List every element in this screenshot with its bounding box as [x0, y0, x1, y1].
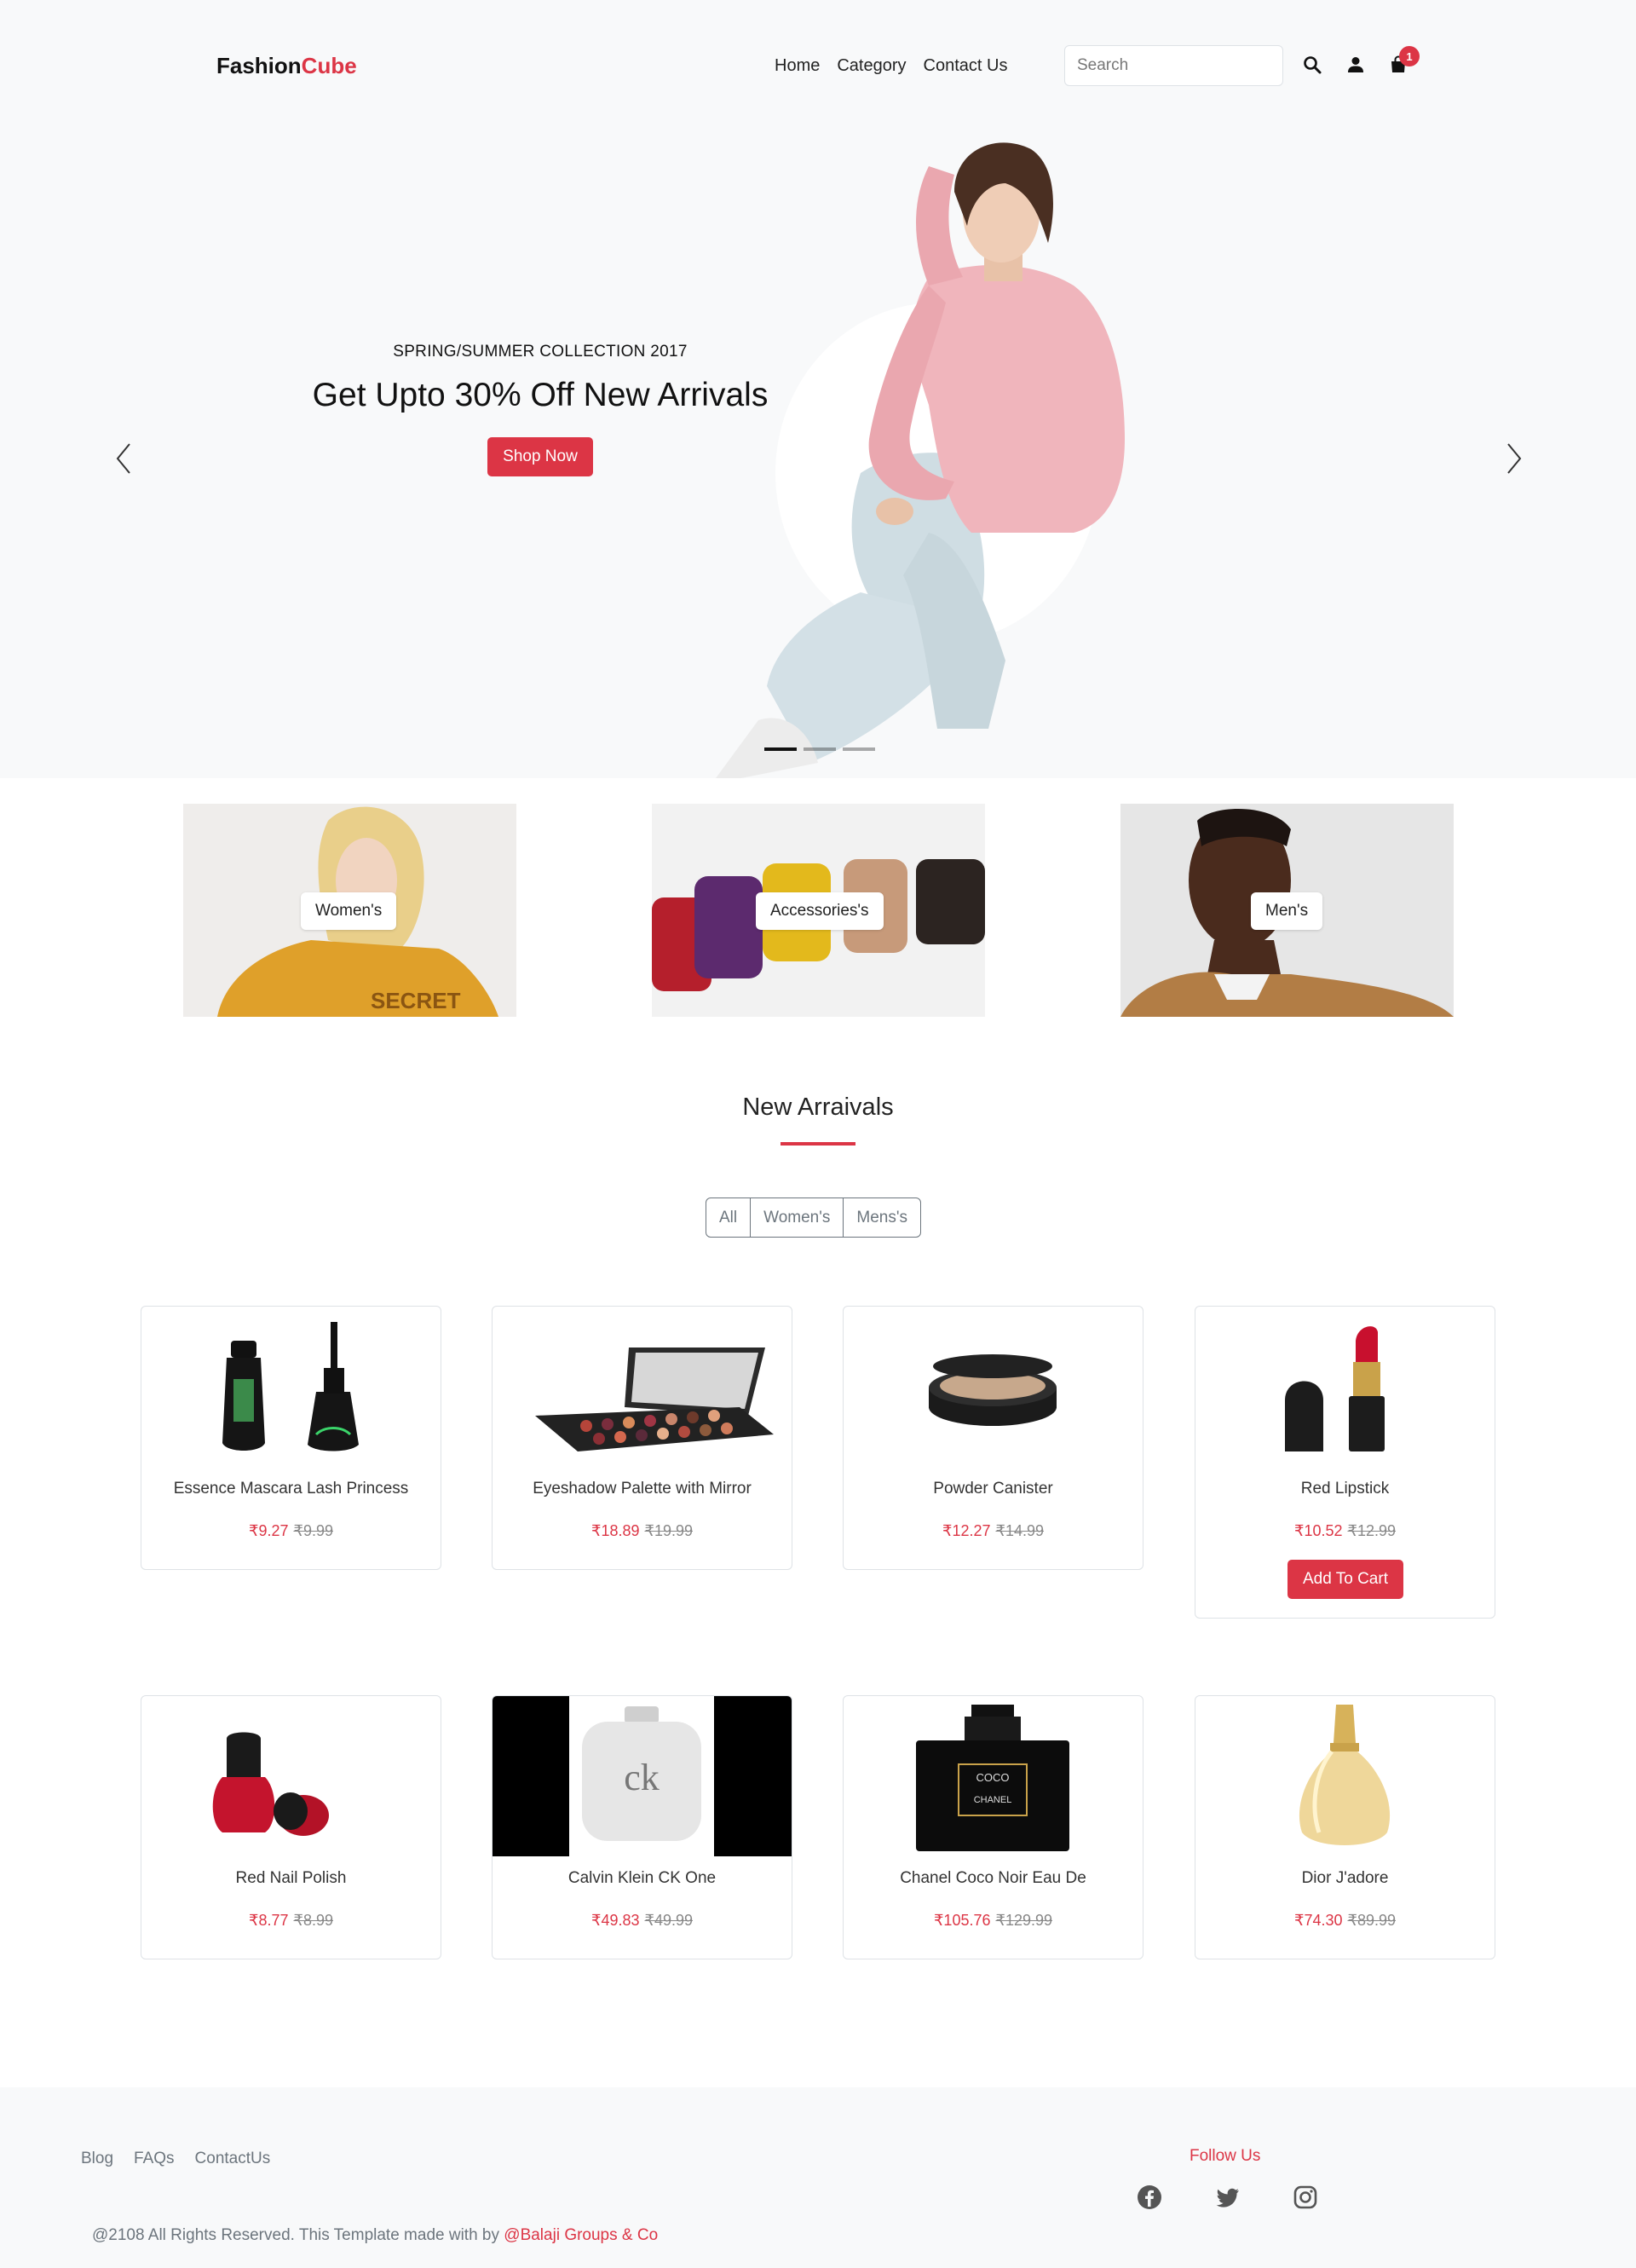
footer-link-faqs[interactable]: FAQs: [134, 2150, 175, 2168]
price-current: ₹12.27: [942, 1522, 991, 1539]
category-label: Women's: [301, 892, 397, 930]
product-card[interactable]: COCO CHANEL Chanel Coco Noir Eau De ₹105…: [843, 1695, 1143, 1959]
price-current: ₹74.30: [1294, 1912, 1343, 1929]
product-name: Chanel Coco Noir Eau De: [900, 1869, 1086, 1887]
price-current: ₹105.76: [933, 1912, 991, 1929]
product-card[interactable]: Eyeshadow Palette with Mirror ₹18.89 ₹19.…: [492, 1306, 792, 1570]
site-header: FashionCube Home Category Contact Us 1: [0, 0, 1636, 132]
carousel-indicator[interactable]: [804, 747, 836, 751]
price-current: ₹8.77: [249, 1912, 289, 1929]
category-womens[interactable]: SECRET Women's: [183, 804, 516, 1017]
product-price: ₹49.83 ₹49.99: [493, 1912, 792, 1930]
chanel-brand-label: CHANEL: [974, 1795, 1012, 1805]
copyright-text: @2108 All Rights Reserved. This Template…: [92, 2226, 659, 2244]
product-name: Red Nail Polish: [235, 1869, 347, 1887]
product-card[interactable]: ck Calvin Klein CK One ₹49.83 ₹49.99: [492, 1695, 792, 1959]
nav-category[interactable]: Category: [837, 56, 906, 76]
instagram-icon[interactable]: [1292, 2184, 1319, 2211]
category-accessories[interactable]: Accessories's: [652, 804, 985, 1017]
product-card[interactable]: Powder Canister ₹12.27 ₹14.99: [843, 1306, 1143, 1570]
product-price: ₹105.76 ₹129.99: [844, 1912, 1143, 1930]
product-price: ₹74.30 ₹89.99: [1195, 1912, 1495, 1930]
ck-one-image: ck: [493, 1696, 792, 1856]
product-name: Powder Canister: [933, 1480, 1053, 1498]
red-nail-polish-image: [212, 1732, 329, 1836]
price-original: ₹89.99: [1347, 1912, 1397, 1929]
carousel-indicator[interactable]: [764, 747, 797, 751]
brand-logo[interactable]: FashionCube: [216, 53, 357, 79]
mascara-image: [222, 1322, 359, 1451]
add-to-cart-button[interactable]: Add To Cart: [1287, 1560, 1403, 1599]
user-icon[interactable]: [1344, 53, 1368, 77]
carousel-indicator[interactable]: [843, 747, 875, 751]
carousel-prev-icon[interactable]: [111, 437, 136, 480]
product-card[interactable]: Red Nail Polish ₹8.77 ₹8.99: [141, 1695, 441, 1959]
product-price: ₹10.52 ₹12.99: [1195, 1522, 1495, 1540]
price-original: ₹129.99: [995, 1912, 1053, 1929]
credit-link[interactable]: @Balaji Groups & Co: [504, 2226, 658, 2244]
ck-label: ck: [624, 1757, 660, 1798]
product-card[interactable]: Red Lipstick ₹10.52 ₹12.99 Add To Cart: [1195, 1306, 1495, 1619]
price-current: ₹18.89: [591, 1522, 640, 1539]
nav-home[interactable]: Home: [775, 56, 820, 76]
nav-contact[interactable]: Contact Us: [924, 56, 1008, 76]
red-lipstick-image: [1285, 1326, 1385, 1451]
price-current: ₹49.83: [591, 1912, 640, 1929]
search-input[interactable]: [1064, 45, 1283, 86]
hero-title: Get Upto 30% Off New Arrivals: [312, 377, 769, 413]
section-title-underline: [781, 1142, 855, 1146]
powder-canister-image: [929, 1354, 1057, 1426]
main-nav: Home Category Contact Us: [775, 56, 1007, 76]
carousel-indicators: [764, 747, 875, 751]
filter-womens[interactable]: Women's: [750, 1197, 844, 1238]
product-name: Calvin Klein CK One: [567, 1869, 717, 1887]
price-original: ₹19.99: [644, 1522, 694, 1539]
product-name: Red Lipstick: [1300, 1480, 1390, 1498]
filter-mens[interactable]: Mens's: [843, 1197, 921, 1238]
price-original: ₹49.99: [644, 1912, 694, 1929]
product-price: ₹12.27 ₹14.99: [844, 1522, 1143, 1540]
twitter-icon[interactable]: [1214, 2184, 1241, 2211]
product-price: ₹18.89 ₹19.99: [493, 1522, 792, 1540]
search-icon[interactable]: [1300, 53, 1324, 77]
price-original: ₹8.99: [293, 1912, 334, 1929]
chanel-coco-noir-image: COCO CHANEL: [916, 1705, 1069, 1851]
price-current: ₹10.52: [1294, 1522, 1343, 1539]
dior-jadore-image: [1299, 1705, 1391, 1845]
category-label: Accessories's: [756, 892, 884, 930]
product-name: Essence Mascara Lash Princess: [173, 1480, 409, 1498]
footer-link-contact[interactable]: ContactUs: [195, 2150, 271, 2168]
eyeshadow-palette-image: [535, 1348, 774, 1451]
svg-text:SECRET: SECRET: [371, 988, 461, 1013]
price-original: ₹9.99: [293, 1522, 334, 1539]
section-title: New Arraivals: [742, 1094, 894, 1121]
footer-links: Blog FAQs ContactUs: [81, 2150, 270, 2168]
hero-subtitle: SPRING/SUMMER COLLECTION 2017: [393, 343, 688, 361]
filter-all[interactable]: All: [706, 1197, 752, 1238]
price-original: ₹12.99: [1347, 1522, 1397, 1539]
price-current: ₹9.27: [249, 1522, 289, 1539]
product-filter-group: All Women's Mens's: [706, 1197, 921, 1238]
category-mens[interactable]: Men's: [1120, 804, 1454, 1017]
footer-link-blog[interactable]: Blog: [81, 2150, 113, 2168]
cart-count-badge: 1: [1399, 46, 1420, 66]
category-label: Men's: [1251, 892, 1323, 930]
chanel-coco-label: COCO: [976, 1771, 1010, 1784]
carousel-next-icon[interactable]: [1501, 437, 1527, 480]
hero-carousel: SPRING/SUMMER COLLECTION 2017 Get Upto 3…: [0, 132, 1636, 778]
product-price: ₹8.77 ₹8.99: [141, 1912, 441, 1930]
product-card[interactable]: Essence Mascara Lash Princess ₹9.27 ₹9.99: [141, 1306, 441, 1570]
site-footer: Blog FAQs ContactUs Follow Us @2108 All …: [0, 2087, 1636, 2268]
shop-now-button[interactable]: Shop Now: [487, 437, 593, 476]
product-name: Dior J'adore: [1301, 1869, 1389, 1887]
hero-model-image: [716, 142, 1125, 778]
product-price: ₹9.27 ₹9.99: [141, 1522, 441, 1540]
product-card[interactable]: Dior J'adore ₹74.30 ₹89.99: [1195, 1695, 1495, 1959]
follow-us-heading: Follow Us: [1190, 2147, 1261, 2165]
price-original: ₹14.99: [995, 1522, 1045, 1539]
product-name: Eyeshadow Palette with Mirror: [533, 1480, 752, 1498]
facebook-icon[interactable]: [1136, 2184, 1163, 2211]
